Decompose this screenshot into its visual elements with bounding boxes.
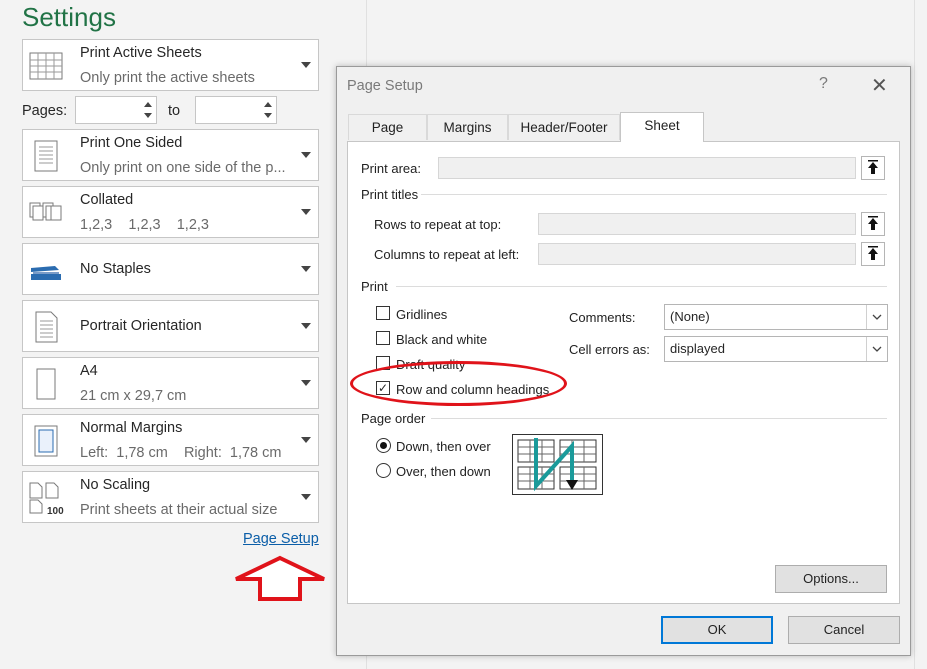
red-arrow-annotation	[235, 555, 325, 601]
chevron-down-icon	[866, 305, 887, 329]
down-then-over-label: Down, then over	[396, 439, 491, 454]
print-group-label: Print	[361, 279, 388, 294]
cell-errors-value: displayed	[670, 341, 725, 356]
pages-range-row: Pages: to	[22, 96, 322, 126]
option-subtitle: 1,2,3 1,2,3 1,2,3	[80, 217, 209, 233]
down-then-over-radio[interactable]	[376, 438, 391, 453]
collapse-cols-button[interactable]	[861, 242, 885, 266]
staples-dropdown[interactable]: No Staples	[22, 243, 319, 295]
comments-select[interactable]: (None)	[664, 304, 888, 330]
pages-from-input[interactable]	[75, 96, 157, 124]
black-white-label: Black and white	[396, 332, 488, 347]
over-then-down-label: Over, then down	[396, 464, 491, 479]
collapse-dialog-icon	[868, 160, 878, 174]
ok-button[interactable]: OK	[661, 616, 773, 644]
chevron-down-icon	[301, 323, 311, 329]
stapler-icon	[31, 266, 61, 280]
portrait-page-icon	[35, 311, 58, 343]
tab-sheet[interactable]: Sheet	[620, 112, 704, 142]
chevron-down-icon	[866, 337, 887, 361]
tab-margins[interactable]: Margins	[427, 114, 508, 140]
red-highlight-ellipse	[350, 361, 567, 406]
comments-label: Comments:	[569, 310, 636, 325]
chevron-down-icon	[301, 266, 311, 272]
cell-errors-select[interactable]: displayed	[664, 336, 888, 362]
collapse-dialog-icon	[868, 246, 878, 260]
option-subtitle: Print sheets at their actual size	[80, 502, 278, 518]
margins-dropdown[interactable]: Normal Margins Left: 1,78 cm Right: 1,78…	[22, 414, 319, 466]
cancel-button[interactable]: Cancel	[788, 616, 900, 644]
chevron-down-icon	[301, 494, 311, 500]
scaling-dropdown[interactable]: 100 No Scaling Print sheets at their act…	[22, 471, 319, 523]
option-subtitle: 21 cm x 29,7 cm	[80, 388, 187, 404]
group-divider	[431, 418, 887, 419]
chevron-down-icon	[301, 62, 311, 68]
options-button[interactable]: Options...	[775, 565, 887, 593]
tab-header-footer[interactable]: Header/Footer	[508, 114, 620, 140]
cell-errors-label: Cell errors as:	[569, 342, 650, 357]
pages-to-input[interactable]	[195, 96, 277, 124]
option-subtitle: Only print on one side of the p...	[80, 160, 286, 176]
page-order-preview-icon	[512, 434, 603, 495]
sides-dropdown[interactable]: Print One Sided Only print on one side o…	[22, 129, 319, 181]
group-divider	[421, 194, 887, 195]
group-divider	[396, 286, 887, 287]
radio-dot	[380, 442, 387, 449]
comments-value: (None)	[670, 309, 710, 324]
print-titles-label: Print titles	[361, 187, 419, 202]
option-title: A4	[80, 363, 98, 379]
chevron-down-icon	[301, 209, 311, 215]
scaling-badge: 100	[47, 506, 64, 517]
option-title: No Staples	[80, 261, 151, 277]
collated-pages-icon	[29, 202, 62, 221]
orientation-dropdown[interactable]: Portrait Orientation	[22, 300, 319, 352]
collate-dropdown[interactable]: Collated 1,2,3 1,2,3 1,2,3	[22, 186, 319, 238]
spin-up-icon[interactable]	[144, 102, 152, 107]
chevron-down-icon	[301, 152, 311, 158]
cols-repeat-label: Columns to repeat at left:	[374, 247, 520, 262]
option-subtitle: Only print the active sheets	[80, 70, 255, 86]
rows-repeat-label: Rows to repeat at top:	[374, 217, 502, 232]
option-subtitle: Left: 1,78 cm Right: 1,78 cm	[80, 445, 282, 461]
to-label: to	[168, 103, 181, 119]
dialog-title: Page Setup	[347, 78, 423, 94]
collapse-dialog-icon	[868, 216, 878, 230]
sheet-grid-icon	[29, 52, 63, 80]
print-area-input[interactable]	[438, 157, 856, 179]
tab-page[interactable]: Page	[348, 114, 427, 140]
paper-size-dropdown[interactable]: A4 21 cm x 29,7 cm	[22, 357, 319, 409]
spin-up-icon[interactable]	[264, 102, 272, 107]
settings-title: Settings	[22, 2, 116, 32]
margins-icon	[34, 425, 58, 457]
print-area-label: Print area:	[361, 161, 421, 176]
pages-label: Pages:	[22, 103, 68, 119]
help-button[interactable]: ?	[819, 75, 828, 93]
option-title: No Scaling	[80, 477, 151, 493]
gridlines-checkbox[interactable]	[376, 306, 390, 320]
over-then-down-radio[interactable]	[376, 463, 391, 478]
gridlines-label: Gridlines	[396, 307, 448, 322]
chevron-down-icon	[301, 380, 311, 386]
rows-repeat-input[interactable]	[538, 213, 856, 235]
close-icon[interactable]: ✕	[871, 73, 888, 98]
option-title: Print Active Sheets	[80, 45, 202, 61]
option-title: Print One Sided	[80, 135, 183, 151]
collapse-rows-button[interactable]	[861, 212, 885, 236]
paper-size-icon	[36, 368, 56, 400]
cols-repeat-input[interactable]	[538, 243, 856, 265]
spin-down-icon[interactable]	[264, 113, 272, 118]
black-white-checkbox[interactable]	[376, 331, 390, 345]
panel-divider-right	[914, 0, 915, 669]
page-setup-dialog: Page Setup ? ✕ Page Margins Header/Foote…	[336, 66, 911, 656]
page-setup-link[interactable]: Page Setup	[243, 531, 319, 547]
option-title: Collated	[80, 192, 134, 208]
spin-down-icon[interactable]	[144, 113, 152, 118]
page-order-label: Page order	[361, 411, 426, 426]
option-title: Portrait Orientation	[80, 318, 202, 334]
option-title: Normal Margins	[80, 420, 183, 436]
one-sided-page-icon	[34, 140, 58, 172]
collapse-print-area-button[interactable]	[861, 156, 885, 180]
chevron-down-icon	[301, 437, 311, 443]
print-what-dropdown[interactable]: Print Active Sheets Only print the activ…	[22, 39, 319, 91]
